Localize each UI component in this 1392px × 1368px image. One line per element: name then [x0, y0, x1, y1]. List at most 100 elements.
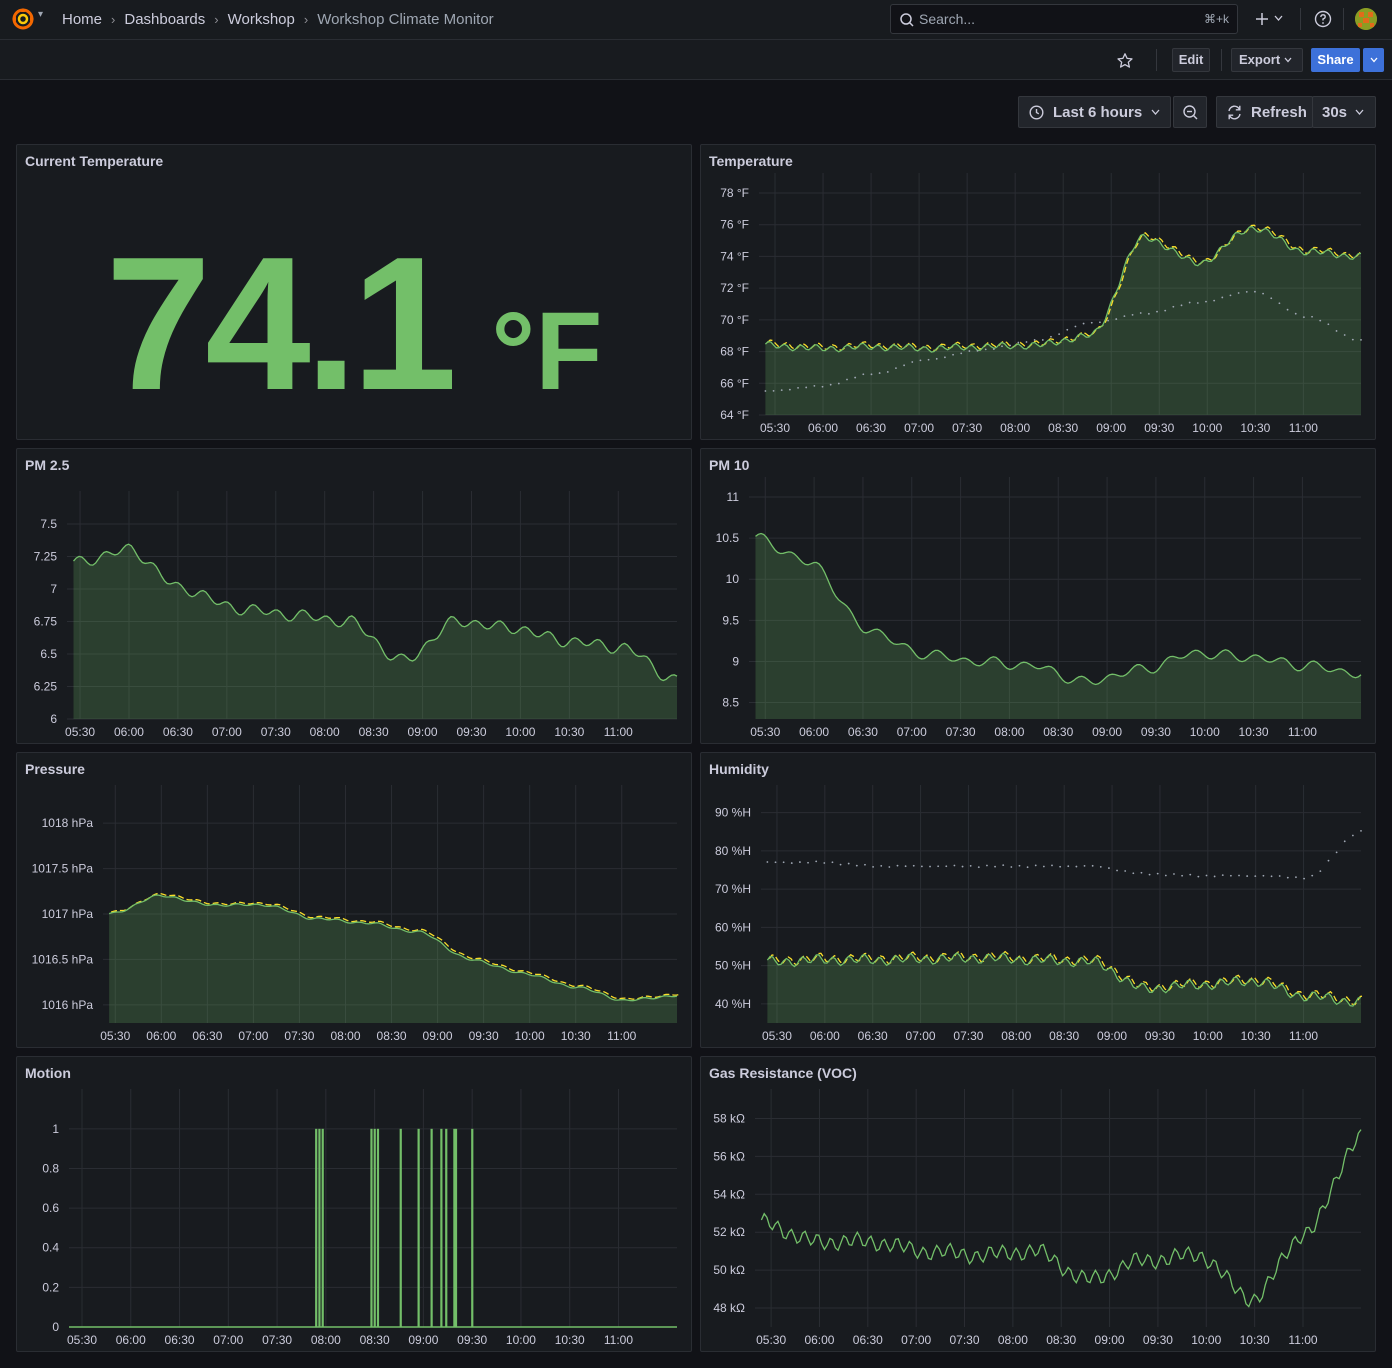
panel-pm10[interactable]: PM 10 8.5 9 9.5 10 10.5 11 05:30 06:00 06:30 07:0…: [700, 448, 1376, 744]
share-options-button[interactable]: [1363, 48, 1384, 72]
time-range-picker[interactable]: Last 6 hours: [1018, 96, 1171, 128]
secondary-series-point: [870, 373, 873, 376]
x-tick-label: 05:30: [756, 1333, 786, 1347]
x-tick-label: 07:30: [950, 1333, 980, 1347]
x-tick-label: 10:00: [515, 1029, 545, 1043]
refresh-button[interactable]: Refresh: [1216, 96, 1313, 128]
y-tick-label: 0.4: [42, 1241, 59, 1255]
y-tick-label: 1017.5 hPa: [32, 862, 94, 876]
y-tick-label: 6.5: [40, 647, 57, 661]
secondary-series-point: [929, 865, 931, 868]
secondary-series-point: [1238, 874, 1240, 877]
secondary-series-point: [903, 364, 906, 367]
y-tick-label: 58 kΩ: [713, 1111, 745, 1125]
x-tick-label: 10:00: [1192, 421, 1222, 435]
secondary-series-point: [854, 376, 857, 379]
secondary-series-point: [1091, 864, 1094, 867]
secondary-series-point: [1164, 309, 1167, 312]
secondary-series-point: [1254, 875, 1257, 878]
secondary-series-point: [864, 863, 866, 866]
x-tick-label: 09:00: [1092, 725, 1122, 739]
breadcrumb-workshop[interactable]: Workshop: [228, 11, 295, 28]
search-shortcut: ⌘+k: [1203, 12, 1229, 26]
secondary-series-point: [968, 350, 971, 352]
secondary-series-point: [831, 861, 834, 864]
secondary-series-point: [986, 864, 988, 867]
secondary-series-point: [1295, 876, 1297, 879]
secondary-series-point: [1139, 312, 1142, 314]
x-tick-label: 10:00: [1193, 1029, 1223, 1043]
secondary-series-point: [1164, 874, 1167, 877]
temperature-chart: 64 °F 66 °F 68 °F 70 °F 72 °F 74 °F 76 °F 78 °F…: [720, 173, 1364, 435]
x-tick-label: 09:30: [1141, 725, 1171, 739]
secondary-series-point: [1213, 299, 1216, 302]
secondary-series-point: [1246, 875, 1249, 877]
breadcrumb: Home › Dashboards › Workshop › Workshop Climat…: [62, 11, 494, 28]
secondary-series-point: [1270, 297, 1273, 300]
x-tick-label: 07:30: [946, 725, 976, 739]
secondary-series-point: [1302, 316, 1305, 319]
zoom-out-button[interactable]: [1173, 96, 1207, 128]
y-tick-label: 70 °F: [720, 313, 749, 327]
search-box[interactable]: ⌘+k: [890, 4, 1238, 34]
panel-motion[interactable]: Motion 0 0.2 0.4 0.6 0.8 1 05:30 06:00 06:30 07:0…: [16, 1056, 692, 1352]
secondary-series-point: [1254, 290, 1256, 293]
refresh-interval-chevron-down-icon: [1355, 109, 1364, 115]
user-avatar[interactable]: [1355, 8, 1377, 30]
x-tick-label: 11:00: [1288, 1333, 1317, 1347]
refresh-interval-picker[interactable]: 30s: [1312, 96, 1376, 128]
x-tick-label: 06:00: [146, 1029, 176, 1043]
x-tick-label: 06:00: [808, 421, 838, 435]
secondary-series-point: [1188, 301, 1191, 304]
panel-temperature[interactable]: Temperature 64 °F 66 °F 68 °F 70 °F 72 °F 74 …: [700, 144, 1376, 440]
secondary-series-point: [1237, 292, 1240, 294]
x-tick-label: 09:00: [1096, 421, 1126, 435]
secondary-series-point: [788, 388, 791, 391]
grafana-logo-icon[interactable]: [12, 8, 34, 30]
add-new-icon[interactable]: [1255, 10, 1269, 28]
add-new-chevron-down-icon[interactable]: [1274, 15, 1283, 22]
export-button[interactable]: Export: [1231, 48, 1303, 72]
y-tick-label: 40 %H: [715, 997, 751, 1011]
secondary-series-point: [1278, 875, 1281, 877]
stat-value-display: 74.1 °F: [17, 215, 691, 433]
pm25-chart: 6 6.25 6.5 6.75 7 7.25 7.5 05:30 06:00 06:30 07:00…: [34, 491, 678, 739]
star-icon[interactable]: [1116, 52, 1134, 70]
panel-pressure[interactable]: Pressure 1016 hPa 1016.5 hPa 1017 hPa 1017.…: [16, 752, 692, 1048]
x-tick-label: 07:00: [897, 725, 927, 739]
logo-chevron-down-icon[interactable]: ▾: [38, 9, 43, 20]
secondary-series-point: [872, 865, 874, 868]
x-tick-label: 10:30: [561, 1029, 591, 1043]
share-button[interactable]: Share: [1311, 48, 1360, 72]
secondary-series-point: [764, 390, 767, 392]
breadcrumb-dashboards[interactable]: Dashboards: [124, 11, 205, 28]
edit-button[interactable]: Edit: [1172, 48, 1210, 72]
x-tick-label: 06:30: [858, 1029, 888, 1043]
x-tick-label: 10:30: [1241, 1029, 1271, 1043]
secondary-series-point: [1262, 874, 1265, 877]
secondary-series-point: [1343, 334, 1346, 336]
secondary-series-point: [1131, 314, 1134, 316]
secondary-series-point: [1002, 864, 1005, 866]
panel-current-temperature[interactable]: Current Temperature 74.1 °F: [16, 144, 692, 440]
panel-title: Current Temperature: [25, 153, 164, 169]
secondary-series-point: [790, 862, 793, 864]
secondary-series-point: [1025, 341, 1028, 343]
x-tick-label: 11:00: [1288, 725, 1317, 739]
panel-gas-resistance[interactable]: Gas Resistance (VOC) 48 kΩ 50 kΩ 52 kΩ 54 k…: [700, 1056, 1376, 1352]
y-tick-label: 1018 hPa: [42, 816, 94, 830]
panel-pm25[interactable]: PM 2.5 6 6.25 6.5 6.75 7 7.25 7.5 05:30 06:00 06:…: [16, 448, 692, 744]
motion-event-bar: [430, 1128, 433, 1327]
secondary-series-point: [1075, 865, 1078, 868]
breadcrumb-home[interactable]: Home: [62, 11, 102, 28]
search-icon: [900, 13, 914, 27]
secondary-series-point: [1319, 870, 1322, 873]
x-tick-label: 05:30: [67, 1333, 97, 1347]
secondary-series-point: [1090, 321, 1093, 324]
panel-humidity[interactable]: Humidity 40 %H 50 %H 60 %H 70 %H 80 %H 90 %H 0…: [700, 752, 1376, 1048]
y-tick-label: 56 kΩ: [713, 1149, 745, 1163]
y-tick-label: 7.25: [34, 550, 58, 564]
help-icon[interactable]: [1314, 10, 1332, 28]
avatar-image: [1355, 8, 1377, 30]
search-input[interactable]: [919, 11, 1179, 27]
